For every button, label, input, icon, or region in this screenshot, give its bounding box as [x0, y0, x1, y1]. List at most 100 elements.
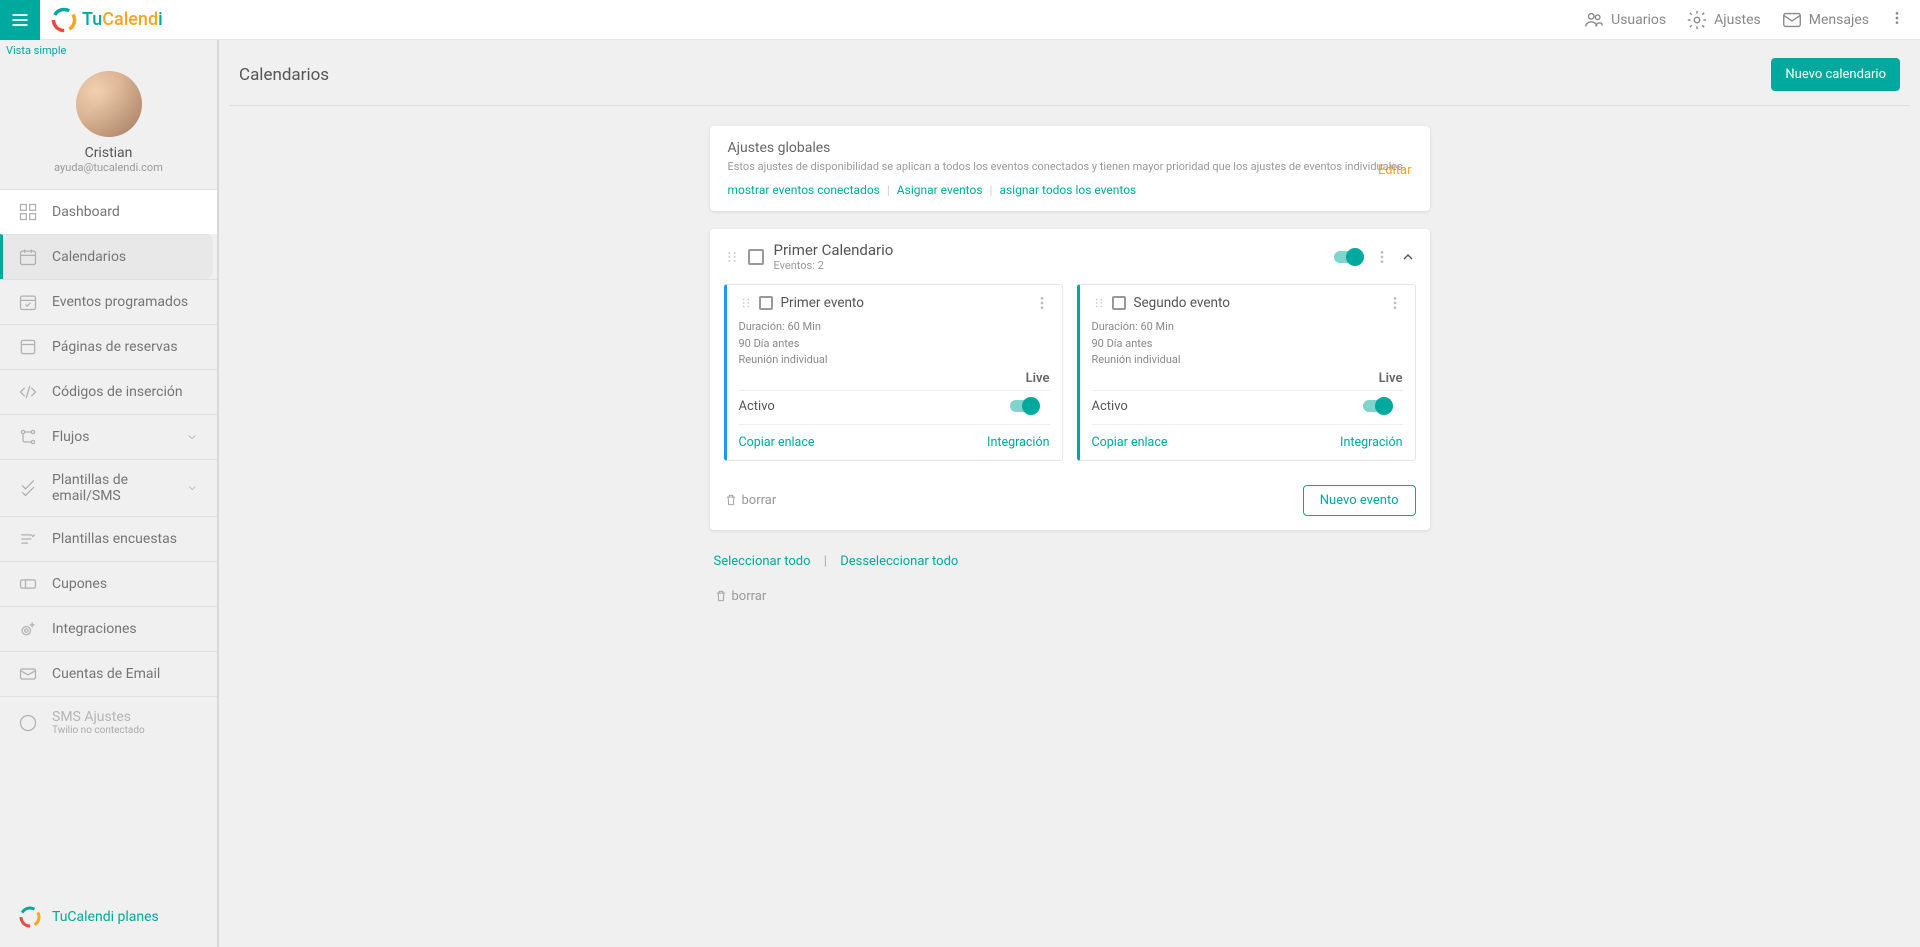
event-days: 90 Día antes [739, 336, 1050, 353]
nav-embed-label: Códigos de inserción [52, 384, 183, 400]
grid-icon [18, 202, 38, 222]
nav-sms-sublabel: Twilio no contectado [52, 725, 145, 736]
nav-coupons-label: Cupones [52, 576, 107, 592]
deselect-all-link[interactable]: Desseleccionar todo [840, 554, 958, 569]
integration-link[interactable]: Integración [1340, 435, 1402, 450]
event-name: Primer evento [781, 295, 1034, 311]
calendar-name: Primer Calendario [774, 241, 894, 259]
calendar-card: Primer Calendario Eventos: 2 Primer [710, 229, 1430, 530]
nav-sms-label: SMS Ajustes [52, 709, 145, 725]
mail-icon [1781, 9, 1803, 31]
calendar-delete[interactable]: borrar [724, 493, 777, 508]
event-checkbox[interactable] [1112, 296, 1126, 310]
nav-booking[interactable]: Páginas de reservas [0, 324, 217, 369]
drag-handle-icon[interactable] [739, 296, 753, 310]
nav-surveys[interactable]: Plantillas encuestas [0, 516, 217, 561]
avatar[interactable] [76, 71, 142, 137]
nav-templates-label: Plantillas de email/SMS [52, 472, 186, 504]
event-more-icon[interactable] [1387, 295, 1403, 311]
nav-flows[interactable]: Flujos [0, 414, 217, 459]
collapse-icon[interactable] [1400, 249, 1416, 265]
event-toggle[interactable] [1363, 400, 1391, 412]
event-checkbox[interactable] [759, 296, 773, 310]
survey-icon [18, 529, 38, 549]
calendar-icon [18, 247, 38, 267]
event-name: Segundo evento [1134, 295, 1387, 311]
header-users[interactable]: Usuarios [1583, 9, 1666, 31]
assign-all-link[interactable]: asignar todos los eventos [999, 183, 1136, 197]
header-settings[interactable]: Ajustes [1686, 9, 1761, 31]
logo-text: TuCalendi [82, 9, 163, 30]
header-messages[interactable]: Mensajes [1781, 9, 1869, 31]
event-duration: Duración: 60 Min [739, 319, 1050, 336]
vista-simple-link[interactable]: Vista simple [0, 40, 217, 61]
show-connected-link[interactable]: mostrar eventos conectados [728, 183, 880, 197]
event-type: Reunión individual [739, 352, 1050, 369]
sms-icon [18, 713, 38, 733]
check-icon [18, 478, 38, 498]
nav-calendars-label: Calendarios [52, 249, 126, 265]
gear-icon [1686, 9, 1708, 31]
drag-handle-icon[interactable] [1092, 296, 1106, 310]
nav-calendars[interactable]: Calendarios [0, 234, 213, 279]
nav-sms[interactable]: SMS Ajustes Twilio no contectado [0, 696, 217, 748]
nav-scheduled[interactable]: Eventos programados [0, 279, 217, 324]
drag-handle-icon[interactable] [724, 249, 740, 265]
copy-link[interactable]: Copiar enlace [1092, 435, 1168, 450]
trash-icon [724, 493, 738, 507]
nav-integrations-label: Integraciones [52, 621, 137, 637]
nav-integrations[interactable]: Integraciones [0, 606, 217, 651]
new-calendar-button[interactable]: Nuevo calendario [1771, 58, 1900, 91]
event-card: Segundo evento Duración: 60 Min 90 Día a… [1077, 284, 1416, 461]
nav-email-accounts-label: Cuentas de Email [52, 666, 160, 682]
page-title: Calendarios [239, 65, 329, 85]
mail-icon [18, 664, 38, 684]
event-days: 90 Día antes [1092, 336, 1403, 353]
nav-dashboard-label: Dashboard [52, 204, 120, 220]
event-type: Reunión individual [1092, 352, 1403, 369]
logo-icon [50, 6, 78, 34]
sidebar-footer-label: TuCalendi planes [52, 909, 159, 925]
nav-templates[interactable]: Plantillas de email/SMS [0, 459, 217, 516]
nav-coupons[interactable]: Cupones [0, 561, 217, 606]
nav-email-accounts[interactable]: Cuentas de Email [0, 651, 217, 696]
nav-embed[interactable]: Códigos de inserción [0, 369, 217, 414]
global-settings-card: Ajustes globales Estos ajustes de dispon… [710, 126, 1430, 211]
ticket-icon [18, 574, 38, 594]
integration-link[interactable]: Integración [987, 435, 1049, 450]
flow-icon [18, 427, 38, 447]
header-more[interactable] [1889, 10, 1905, 30]
profile-block: Cristian ayuda@tucalendi.com [0, 61, 217, 189]
nav-booking-label: Páginas de reservas [52, 339, 178, 355]
event-duration: Duración: 60 Min [1092, 319, 1403, 336]
new-event-button[interactable]: Nuevo evento [1303, 485, 1416, 516]
logo-icon [18, 905, 42, 929]
profile-email: ayuda@tucalendi.com [0, 161, 217, 174]
event-live-badge: Live [1026, 371, 1050, 386]
users-icon [1583, 9, 1605, 31]
chevron-down-icon [185, 430, 199, 444]
copy-link[interactable]: Copiar enlace [739, 435, 815, 450]
calendar-events-count: Eventos: 2 [774, 259, 894, 272]
assign-events-link[interactable]: Asignar eventos [897, 183, 983, 197]
menu-button[interactable] [0, 0, 40, 40]
nav-flows-label: Flujos [52, 429, 89, 445]
event-card: Primer evento Duración: 60 Min 90 Día an… [724, 284, 1063, 461]
cog-plus-icon [18, 619, 38, 639]
brand-logo[interactable]: TuCalendi [50, 6, 163, 34]
sidebar-footer-plans[interactable]: TuCalendi planes [0, 887, 217, 947]
bottom-delete[interactable]: borrar [710, 589, 1430, 604]
select-all-link[interactable]: Seleccionar todo [714, 554, 811, 569]
calendar-checkbox[interactable] [748, 249, 764, 265]
nav-dashboard[interactable]: Dashboard [0, 189, 217, 234]
calendar-more-icon[interactable] [1374, 249, 1390, 265]
event-more-icon[interactable] [1034, 295, 1050, 311]
header-users-label: Usuarios [1611, 12, 1666, 28]
event-toggle[interactable] [1010, 400, 1038, 412]
calendar-toggle[interactable] [1334, 251, 1362, 263]
page-icon [18, 337, 38, 357]
hamburger-icon [10, 10, 30, 30]
trash-icon [714, 589, 728, 603]
profile-name: Cristian [0, 145, 217, 161]
header-settings-label: Ajustes [1714, 12, 1761, 28]
